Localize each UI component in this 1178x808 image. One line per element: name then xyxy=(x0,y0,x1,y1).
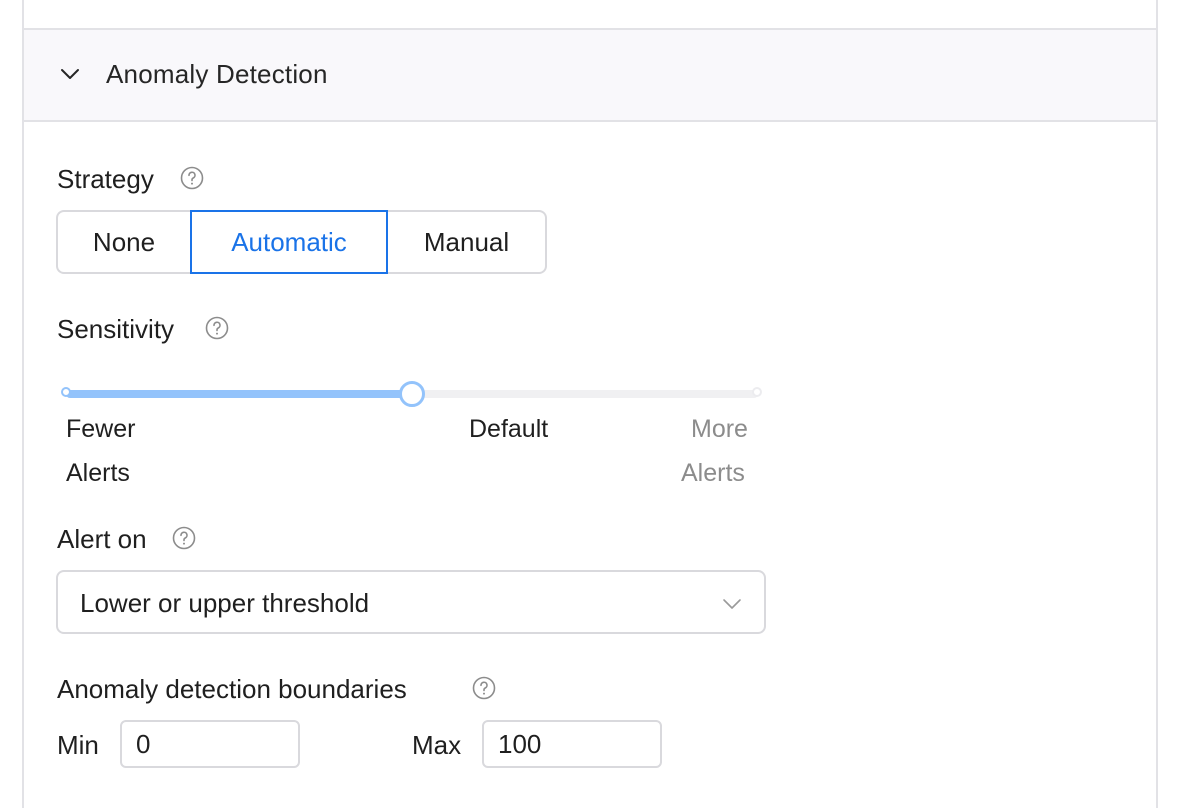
slider-dot-more[interactable] xyxy=(752,387,762,397)
sensitivity-help-icon[interactable] xyxy=(205,316,229,340)
boundaries-help-icon[interactable] xyxy=(472,676,496,700)
anomaly-detection-header[interactable]: Anomaly Detection xyxy=(24,30,1156,122)
slider-mark-more-line2: Alerts xyxy=(681,459,745,487)
min-input[interactable]: 0 xyxy=(120,720,300,768)
alert-on-selected-value: Lower or upper threshold xyxy=(80,588,370,618)
strategy-none-option[interactable]: None xyxy=(56,210,190,274)
boundaries-label: Anomaly detection boundaries xyxy=(57,674,407,704)
strategy-label: Strategy xyxy=(57,164,154,194)
slider-mark-more-line1: More xyxy=(691,415,748,443)
strategy-segmented-control: None Automatic Manual xyxy=(56,210,547,274)
section-title: Anomaly Detection xyxy=(106,59,328,89)
alert-on-help-icon[interactable] xyxy=(172,526,196,550)
alert-on-label: Alert on xyxy=(57,524,147,554)
max-input[interactable]: 100 xyxy=(482,720,662,768)
previous-section-bottom xyxy=(24,0,1156,30)
max-label: Max xyxy=(412,730,462,760)
strategy-automatic-option[interactable]: Automatic xyxy=(190,210,388,274)
slider-handle[interactable] xyxy=(399,381,425,407)
sensitivity-label: Sensitivity xyxy=(57,314,175,344)
strategy-help-icon[interactable] xyxy=(180,166,204,190)
slider-mark-fewer-line2: Alerts xyxy=(66,459,130,487)
chevron-down-icon xyxy=(723,599,741,609)
min-label: Min xyxy=(57,730,99,760)
slider-mark-fewer-line1: Fewer xyxy=(66,415,136,443)
slider-dot-fewer[interactable] xyxy=(61,387,71,397)
slider-mark-default: Default xyxy=(469,415,549,443)
slider-track xyxy=(66,390,412,398)
alert-on-select[interactable]: Lower or upper threshold xyxy=(56,570,766,634)
sensitivity-slider[interactable] xyxy=(58,380,768,408)
strategy-manual-option[interactable]: Manual xyxy=(388,210,547,274)
chevron-down-icon[interactable] xyxy=(60,64,80,84)
